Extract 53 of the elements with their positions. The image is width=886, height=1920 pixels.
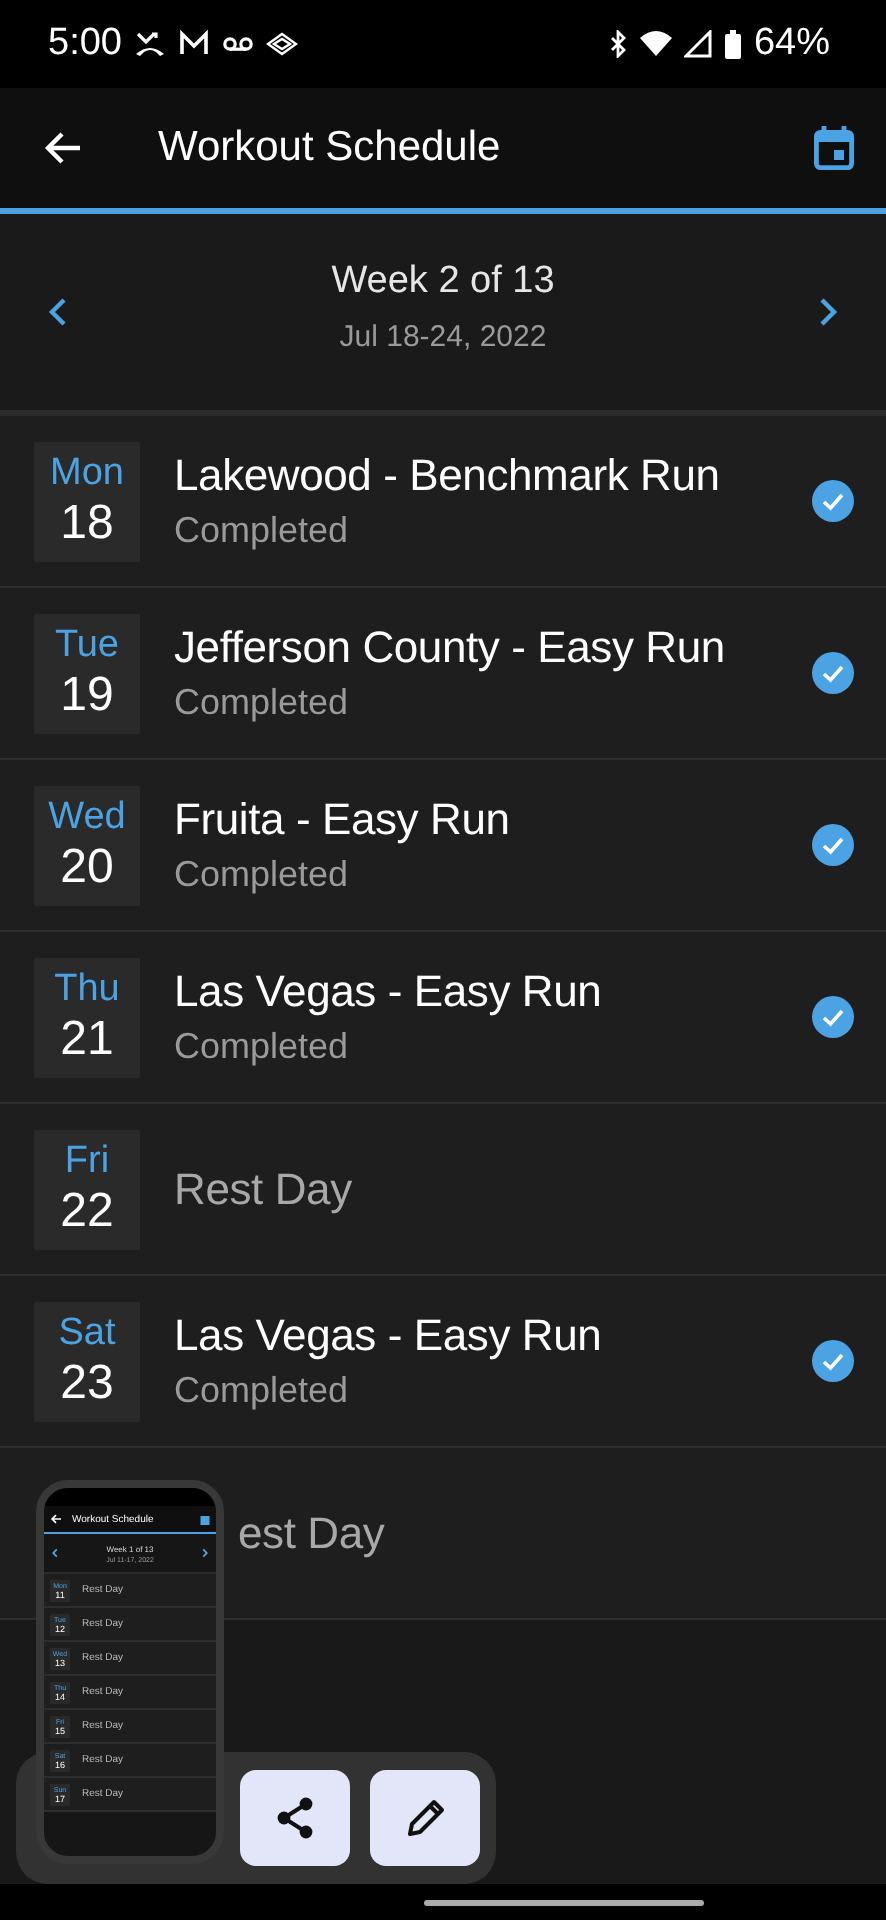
share-button[interactable] (240, 1770, 350, 1866)
mail-icon (177, 30, 210, 58)
day-number: 20 (60, 839, 114, 895)
day-number: 22 (60, 1183, 114, 1239)
weekday-label: Fri (64, 1139, 110, 1183)
workout-title: Las Vegas - Easy Run (174, 1310, 604, 1362)
chevron-icon (52, 1548, 58, 1558)
day-number: 19 (60, 667, 114, 723)
weekday-label: Tue (54, 623, 120, 667)
week-dates: Jul 18-24, 2022 (339, 319, 547, 353)
day-number: 23 (60, 1355, 114, 1411)
workout-status: Completed (174, 1370, 351, 1412)
rest-day-label: Rest Day (174, 1163, 354, 1215)
day-row[interactable]: Fri 22 Rest Day (0, 1104, 886, 1276)
calendar-icon (200, 1513, 210, 1525)
day-row[interactable]: Tue 19 Jefferson County - Easy Run Completed (0, 588, 886, 760)
clock-time: 5:00 (48, 22, 122, 66)
day-number: 21 (60, 1011, 114, 1067)
chevron-icon (202, 1548, 208, 1558)
workout-status: Completed (174, 682, 351, 724)
signal-icon (683, 30, 712, 58)
weekday-label: Wed (48, 795, 126, 839)
workout-status: Completed (174, 510, 351, 552)
previous-week-chevron-icon[interactable] (48, 296, 68, 328)
screen-title: Workout Schedule (158, 124, 503, 172)
bluetooth-icon (607, 30, 628, 58)
calendar-icon[interactable] (814, 126, 854, 170)
weekday-label: Thu (54, 967, 120, 1011)
workout-status: Completed (174, 1026, 351, 1068)
weekday-label: Mon (50, 451, 124, 495)
edit-button[interactable] (370, 1770, 480, 1866)
back-arrow-icon (50, 1514, 62, 1524)
day-row[interactable]: Wed 20 Fruita - Easy Run Completed (0, 760, 886, 932)
share-icon (273, 1796, 317, 1840)
battery-percent: 64% (753, 22, 830, 66)
day-row[interactable]: Sat 23 Las Vegas - Easy Run Completed (0, 1276, 886, 1448)
battery-icon (723, 29, 742, 59)
workout-title: Fruita - Easy Run (174, 794, 512, 846)
workout-title: Lakewood - Benchmark Run (174, 450, 722, 502)
wifi-icon (639, 30, 672, 58)
workout-status: Completed (174, 854, 351, 896)
workout-title: Jefferson County - Easy Run (174, 622, 727, 674)
pencil-icon (403, 1796, 447, 1840)
day-row[interactable]: Thu 21 Las Vegas - Easy Run Completed (0, 932, 886, 1104)
next-week-chevron-icon[interactable] (817, 296, 838, 328)
day-number: 18 (60, 495, 114, 551)
home-handle[interactable] (423, 1899, 703, 1905)
weekday-label: Sat (58, 1311, 116, 1355)
back-arrow-icon[interactable] (42, 130, 82, 166)
workout-title: Las Vegas - Easy Run (174, 966, 604, 1018)
rest-day-label: est Day (238, 1507, 385, 1559)
week-label: Week 2 of 13 (331, 259, 555, 303)
day-row[interactable]: Mon 18 Lakewood - Benchmark Run Completed (0, 416, 886, 588)
